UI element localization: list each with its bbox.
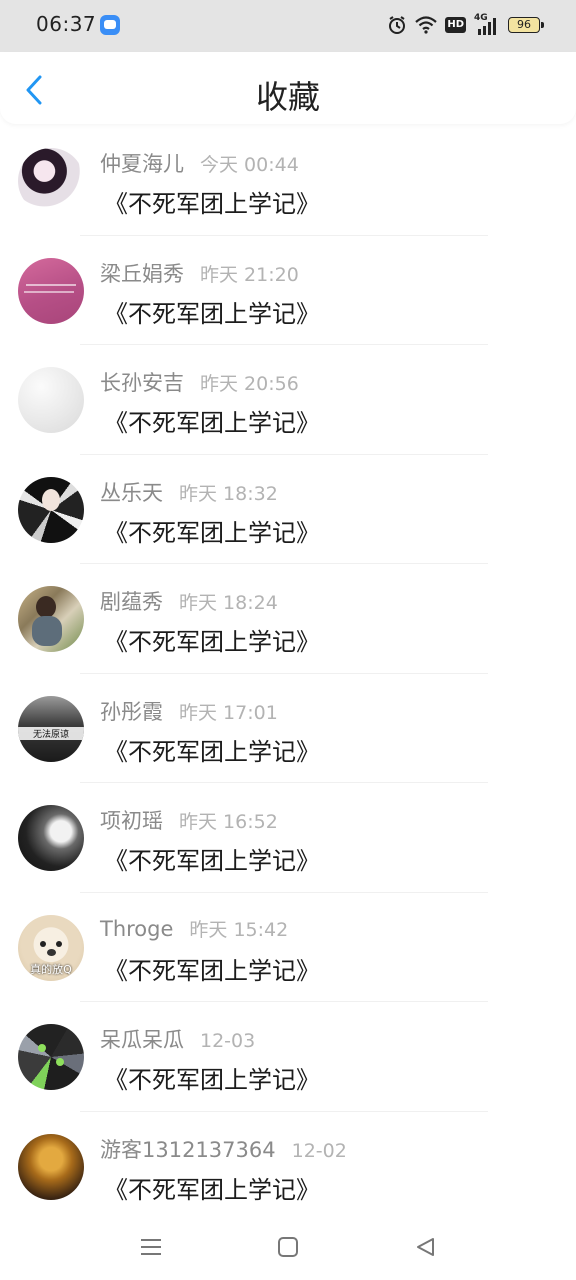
header: 收藏 (0, 52, 576, 124)
book-title[interactable]: 《不死军团上学记》 (104, 294, 320, 329)
avatar[interactable] (18, 476, 84, 543)
timestamp: 今天 00:44 (200, 154, 299, 176)
list-item[interactable]: 真的放Q Throge 昨天 15:42 《不死军团上学记》 (0, 893, 576, 1002)
status-time: 06:37 (36, 12, 97, 36)
username[interactable]: 孙彤霞 (100, 696, 163, 726)
alarm-icon (389, 16, 406, 34)
home-square-icon (278, 1237, 298, 1257)
list-item[interactable]: 剧蕴秀 昨天 18:24 《不死军团上学记》 (0, 564, 576, 674)
item-meta: 呆瓜呆瓜 12-03 (100, 1024, 255, 1054)
list-item[interactable]: 仲夏海儿 今天 00:44 《不死军团上学记》 (0, 126, 576, 236)
timestamp: 昨天 21:20 (200, 263, 299, 286)
status-bar: 06:37 HD 4G 96 (0, 0, 576, 52)
book-title[interactable]: 《不死军团上学记》 (104, 513, 320, 548)
book-title[interactable]: 《不死军团上学记》 (104, 732, 320, 767)
page-title: 收藏 (255, 78, 320, 116)
avatar-caption: 无法原谅 (18, 726, 84, 740)
username[interactable]: 丛乐天 (100, 477, 163, 507)
username[interactable]: 游客1312137364 (100, 1134, 276, 1164)
list-item[interactable]: 项初瑶 昨天 16:52 《不死军团上学记》 (0, 783, 576, 893)
avatar-caption: 真的放Q (30, 962, 72, 976)
hd-icon: HD (445, 17, 466, 33)
avatar[interactable] (18, 586, 84, 652)
avatar[interactable] (18, 367, 84, 433)
username[interactable]: 呆瓜呆瓜 (100, 1024, 184, 1054)
app-notification-icon (100, 15, 120, 35)
avatar[interactable] (18, 148, 84, 214)
book-title[interactable]: 《不死军团上学记》 (104, 841, 320, 876)
book-title[interactable]: 《不死军团上学记》 (104, 1060, 320, 1095)
book-title[interactable]: 《不死军团上学记》 (104, 622, 320, 657)
timestamp: 昨天 18:24 (179, 592, 278, 614)
avatar[interactable]: 无法原谅 (18, 695, 84, 762)
timestamp: 昨天 18:32 (179, 482, 278, 505)
book-title[interactable]: 《不死军团上学记》 (104, 403, 320, 438)
item-meta: 游客1312137364 12-02 (100, 1134, 347, 1164)
list-item[interactable]: 丛乐天 昨天 18:32 《不死军团上学记》 (0, 455, 576, 564)
avatar[interactable] (18, 805, 84, 871)
username[interactable]: 长孙安吉 (100, 367, 184, 397)
book-title[interactable]: 《不死军团上学记》 (104, 184, 320, 219)
item-meta: 项初瑶 昨天 16:52 (100, 805, 278, 835)
back-nav-button[interactable] (410, 1232, 440, 1262)
item-meta: 仲夏海儿 今天 00:44 (100, 148, 299, 178)
network-label: 4G (474, 13, 488, 23)
timestamp: 昨天 17:01 (179, 701, 278, 724)
battery-icon: 96 (508, 17, 544, 33)
username[interactable]: 剧蕴秀 (100, 586, 163, 616)
book-title[interactable]: 《不死军团上学记》 (104, 951, 320, 986)
back-triangle-icon (417, 1238, 434, 1256)
list-item[interactable]: 梁丘娟秀 昨天 21:20 《不死军团上学记》 (0, 236, 576, 345)
avatar[interactable]: 真的放Q (18, 914, 84, 981)
wifi-icon (415, 16, 438, 34)
timestamp: 昨天 15:42 (189, 918, 289, 941)
navigation-bar (0, 1210, 576, 1280)
item-meta: 梁丘娟秀 昨天 21:20 (100, 258, 299, 288)
list-item[interactable]: 长孙安吉 昨天 20:56 《不死军团上学记》 (0, 345, 576, 455)
avatar[interactable] (18, 257, 84, 324)
avatar[interactable] (18, 1024, 84, 1090)
timestamp: 12-03 (200, 1030, 256, 1052)
item-meta: 剧蕴秀 昨天 18:24 (100, 586, 278, 616)
username[interactable]: 梁丘娟秀 (100, 258, 184, 288)
home-button[interactable] (273, 1232, 303, 1262)
timestamp: 昨天 20:56 (200, 373, 299, 395)
item-meta: Throge 昨天 15:42 (100, 915, 288, 942)
item-meta: 孙彤霞 昨天 17:01 (100, 696, 278, 726)
username[interactable]: 项初瑶 (100, 805, 163, 835)
avatar[interactable] (18, 1133, 84, 1200)
book-title[interactable]: 《不死军团上学记》 (104, 1170, 320, 1205)
item-meta: 丛乐天 昨天 18:32 (100, 477, 278, 507)
menu-button[interactable] (136, 1232, 166, 1262)
timestamp: 昨天 16:52 (179, 811, 278, 833)
item-meta: 长孙安吉 昨天 20:56 (100, 367, 299, 397)
4g-signal-icon: 4G (474, 13, 500, 35)
list-item[interactable]: 游客1312137364 12-02 《不死军团上学记》 (0, 1112, 576, 1222)
list-item[interactable]: 呆瓜呆瓜 12-03 《不死军团上学记》 (0, 1002, 576, 1112)
timestamp: 12-02 (291, 1139, 347, 1162)
menu-icon (141, 1239, 161, 1255)
username[interactable]: Throge (100, 917, 173, 941)
status-icons: HD 4G 96 (387, 13, 544, 37)
list-item[interactable]: 无法原谅 孙彤霞 昨天 17:01 《不死军团上学记》 (0, 674, 576, 783)
favorites-list: 仲夏海儿 今天 00:44 《不死军团上学记》 梁丘娟秀 昨天 21:20 《不… (0, 126, 576, 1221)
username[interactable]: 仲夏海儿 (100, 148, 184, 178)
